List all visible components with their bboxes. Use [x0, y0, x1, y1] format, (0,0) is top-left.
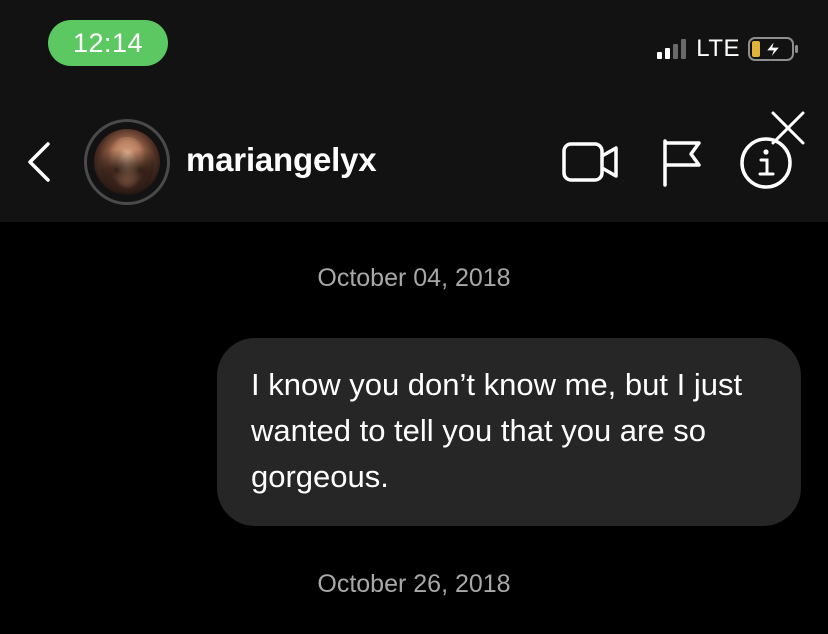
- profile-avatar[interactable]: [84, 119, 170, 205]
- dm-screen: 12:14 LTE mariangelyx October 04, 2018 I…: [0, 0, 828, 634]
- close-icon[interactable]: [770, 110, 806, 146]
- message-text: I know you don’t know me, but I just wan…: [251, 367, 743, 494]
- chat-username[interactable]: mariangelyx: [186, 141, 377, 179]
- signal-strength-icon: [657, 39, 687, 59]
- status-time-pill[interactable]: 12:14: [48, 20, 168, 66]
- network-type: LTE: [696, 35, 740, 62]
- sent-message-bubble[interactable]: I know you don’t know me, but I just wan…: [217, 338, 801, 526]
- date-separator: October 26, 2018: [317, 570, 511, 598]
- battery-charging-icon: [748, 37, 798, 61]
- date-separator: October 04, 2018: [317, 264, 511, 292]
- chevron-left-icon[interactable]: [22, 140, 56, 184]
- status-indicators: LTE: [657, 34, 800, 64]
- avatar-photo: [94, 129, 160, 195]
- status-time: 12:14: [72, 27, 144, 58]
- header-area: 12:14 LTE mariangelyx: [0, 0, 828, 222]
- video-camera-icon[interactable]: [562, 140, 620, 184]
- flag-icon[interactable]: [661, 137, 705, 189]
